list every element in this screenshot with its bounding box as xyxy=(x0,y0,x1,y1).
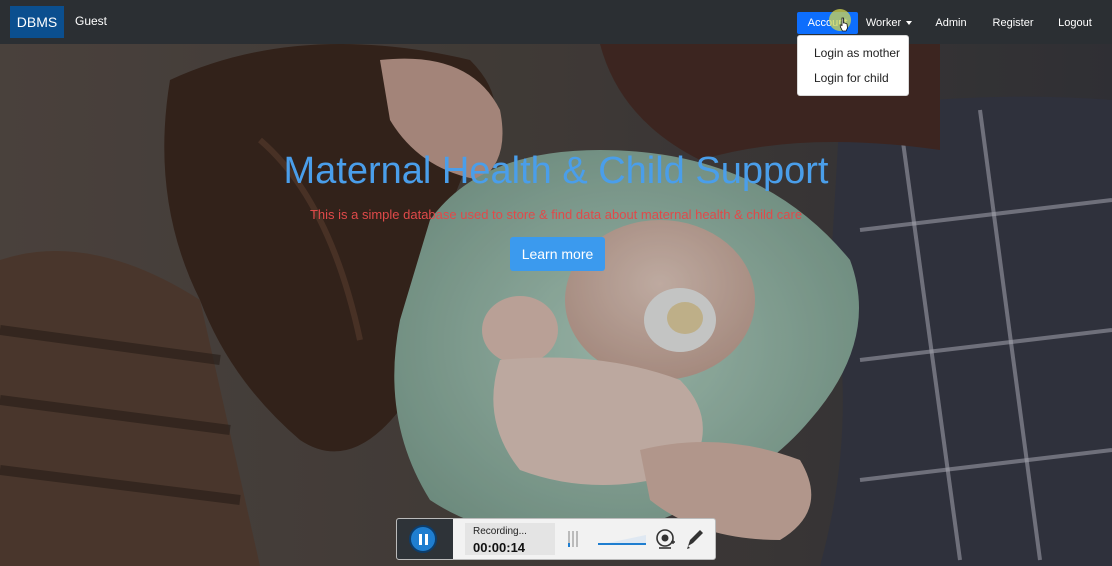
pause-icon-bar xyxy=(424,533,428,545)
nav-logout-label: Logout xyxy=(1058,17,1092,29)
hero-title: Maternal Health & Child Support xyxy=(283,150,829,192)
recording-info: Recording... 00:00:14 xyxy=(465,523,555,555)
recorder-control-panel xyxy=(397,519,453,559)
menu-item-login-child[interactable]: Login for child xyxy=(814,71,889,85)
nav-worker-label: Worker xyxy=(865,17,902,29)
screen-recorder-toolbar: Recording... 00:00:14 xyxy=(396,518,716,560)
brand-logo[interactable]: DBMS xyxy=(10,6,64,38)
chevron-down-icon xyxy=(906,21,913,25)
account-dropdown-menu: Login as mother Login for child xyxy=(797,35,909,96)
pause-icon-bar xyxy=(418,533,422,545)
nav-logout-link[interactable]: Logout xyxy=(1054,12,1096,34)
nav-admin-link[interactable]: Admin xyxy=(930,12,972,34)
user-status-label: Guest xyxy=(75,14,108,28)
nav-register-link[interactable]: Register xyxy=(988,12,1038,34)
learn-more-button[interactable]: Learn more xyxy=(510,237,605,271)
hero-background xyxy=(0,0,1112,566)
recording-status: Recording... xyxy=(473,526,527,537)
hand-pointer-icon xyxy=(839,17,848,32)
nav-admin-label: Admin xyxy=(935,17,967,29)
pen-annotate-icon[interactable] xyxy=(685,528,705,550)
pause-button[interactable] xyxy=(409,525,437,553)
top-navbar: DBMS Guest Account Worker Admin Register… xyxy=(0,0,1112,44)
nav-register-label: Register xyxy=(992,17,1034,29)
webcam-icon[interactable] xyxy=(655,528,677,550)
hero-photo xyxy=(0,0,1112,566)
recording-timer: 00:00:14 xyxy=(473,540,526,555)
audio-meter-icon xyxy=(568,531,578,547)
hero-subtitle: This is a simple database used to store … xyxy=(309,207,803,222)
menu-item-login-mother[interactable]: Login as mother xyxy=(814,46,900,60)
nav-worker-dropdown[interactable]: Worker xyxy=(864,12,914,34)
volume-slider[interactable] xyxy=(597,533,647,547)
